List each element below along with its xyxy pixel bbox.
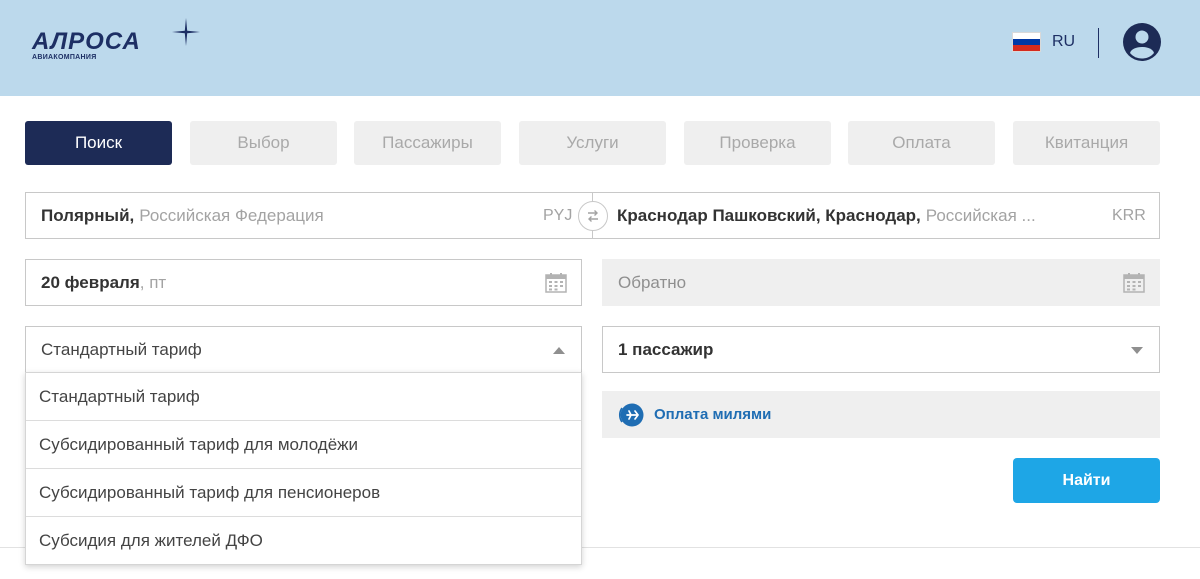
destination-code: KRR xyxy=(1112,206,1146,224)
logo-wordmark: АЛРОСА xyxy=(32,28,141,55)
return-date-placeholder: Обратно xyxy=(618,272,687,292)
logo-subtitle: АВИАКОМПАНИЯ xyxy=(32,54,97,61)
origin-field[interactable]: Полярный, Российская Федерация xyxy=(41,193,561,238)
step-search[interactable]: Поиск xyxy=(25,121,172,165)
miles-plane-icon xyxy=(618,403,644,426)
pay-with-miles-toggle[interactable]: Оплата милями xyxy=(602,391,1160,438)
fare-select[interactable]: Стандартный тариф xyxy=(25,326,582,373)
booking-steps: Поиск Выбор Пассажиры Услуги Проверка Оп… xyxy=(25,121,1160,165)
swap-route-button[interactable] xyxy=(578,201,608,231)
step-services[interactable]: Услуги xyxy=(519,121,666,165)
fare-option[interactable]: Субсидированный тариф для пенсионеров xyxy=(26,469,581,517)
return-date-field[interactable]: Обратно xyxy=(602,259,1160,306)
search-button[interactable]: Найти xyxy=(1013,458,1160,503)
calendar-icon xyxy=(545,273,567,293)
caret-up-icon xyxy=(553,347,565,354)
origin-city: Полярный, xyxy=(41,205,135,225)
fare-option[interactable]: Субсидия для жителей ДФО xyxy=(26,517,581,565)
header-divider xyxy=(1098,28,1099,58)
destination-field[interactable]: Краснодар Пашковский, Краснодар, Российс… xyxy=(617,193,1097,238)
step-select[interactable]: Выбор xyxy=(190,121,337,165)
alrosa-logo[interactable]: АЛРОСА АВИАКОМПАНИЯ xyxy=(32,18,202,62)
destination-country: Российская ... xyxy=(925,205,1036,225)
step-payment[interactable]: Оплата xyxy=(848,121,995,165)
calendar-icon xyxy=(1123,273,1145,293)
header: АЛРОСА АВИАКОМПАНИЯ RU xyxy=(0,0,1200,96)
step-receipt[interactable]: Квитанция xyxy=(1013,121,1160,165)
step-passengers[interactable]: Пассажиры xyxy=(354,121,501,165)
origin-code: PYJ xyxy=(543,206,573,224)
passengers-selected-value: 1 пассажир xyxy=(618,339,714,359)
swap-arrows-icon xyxy=(588,210,598,222)
user-account-icon[interactable] xyxy=(1123,23,1161,61)
departure-date-field[interactable]: 20 февраля , пт xyxy=(25,259,582,306)
fare-option[interactable]: Субсидированный тариф для молодёжи xyxy=(26,421,581,469)
departure-weekday: , пт xyxy=(139,272,167,292)
pay-with-miles-label: Оплата милями xyxy=(654,406,772,423)
destination-city: Краснодар Пашковский, Краснодар, xyxy=(617,205,921,225)
route-selector: Полярный, Российская Федерация PYJ Красн… xyxy=(25,192,1160,239)
star-icon xyxy=(172,18,200,46)
step-review[interactable]: Проверка xyxy=(684,121,831,165)
language-code: RU xyxy=(1052,33,1076,50)
caret-down-icon xyxy=(1131,347,1143,354)
fare-option[interactable]: Стандартный тариф xyxy=(26,373,581,421)
russia-flag-icon xyxy=(1012,32,1041,52)
fare-selected-value: Стандартный тариф xyxy=(41,339,202,359)
language-switcher[interactable]: RU xyxy=(1012,31,1075,53)
departure-date: 20 февраля xyxy=(41,272,140,292)
passengers-select[interactable]: 1 пассажир xyxy=(602,326,1160,373)
fare-dropdown: Стандартный тариф Субсидированный тариф … xyxy=(25,372,582,565)
origin-country: Российская Федерация xyxy=(139,205,324,225)
